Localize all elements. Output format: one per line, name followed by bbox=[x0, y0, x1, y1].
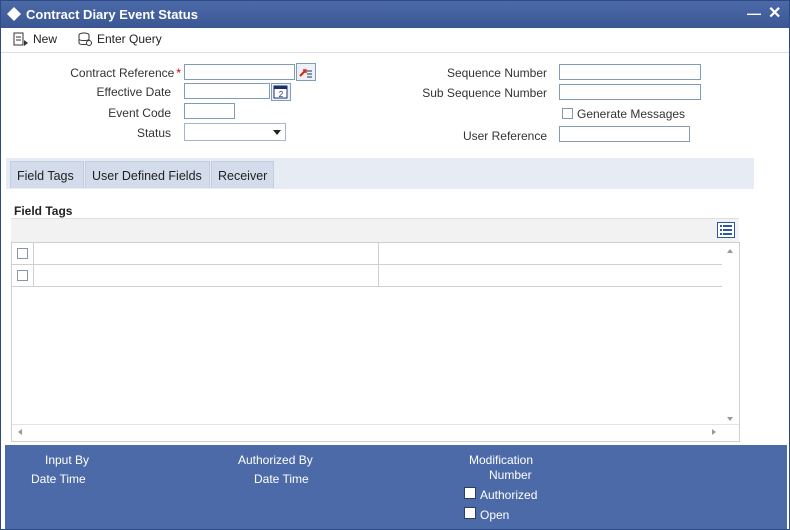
svg-text:2: 2 bbox=[279, 90, 284, 99]
row-checkbox[interactable] bbox=[17, 270, 28, 281]
contract-reference-label: Contract Reference * bbox=[70, 66, 181, 80]
user-reference-input[interactable] bbox=[559, 126, 690, 142]
grid-toolbar bbox=[11, 218, 739, 242]
new-button-label: New bbox=[33, 32, 58, 46]
scroll-left-icon[interactable] bbox=[18, 429, 22, 435]
input-date-time-label: Date Time bbox=[31, 472, 86, 486]
authorized-date-time-label: Date Time bbox=[254, 472, 309, 486]
required-mark: * bbox=[176, 66, 181, 80]
modification-number-label: Number bbox=[489, 468, 532, 482]
authorized-label: Authorized bbox=[480, 488, 538, 502]
scroll-up-icon[interactable] bbox=[727, 249, 733, 253]
horizontal-scrollbar[interactable] bbox=[12, 424, 739, 441]
app-window: Contract Diary Event Status — ✕ New Ente… bbox=[0, 0, 790, 530]
sub-sequence-number-label: Sub Sequence Number bbox=[422, 86, 547, 100]
sub-sequence-number-input[interactable] bbox=[559, 84, 701, 100]
enter-query-button[interactable]: Enter Query bbox=[77, 30, 162, 48]
query-icon bbox=[78, 32, 92, 46]
contract-lov-button[interactable] bbox=[296, 63, 316, 81]
tab-receiver[interactable]: Receiver bbox=[211, 161, 274, 188]
open-label: Open bbox=[480, 508, 510, 522]
authorized-checkbox bbox=[464, 487, 476, 499]
contract-reference-input[interactable] bbox=[184, 64, 295, 80]
close-icon[interactable]: ✕ bbox=[768, 3, 781, 23]
field-tags-section-title: Field Tags bbox=[14, 204, 73, 218]
tab-field-tags[interactable]: Field Tags bbox=[10, 161, 84, 188]
scroll-down-icon[interactable] bbox=[727, 417, 733, 421]
status-label: Status bbox=[136, 126, 171, 140]
input-by-label: Input By bbox=[45, 453, 90, 467]
generate-messages-label: Generate Messages bbox=[577, 107, 686, 121]
effective-date-input[interactable] bbox=[184, 83, 270, 99]
authorized-by-label: Authorized By bbox=[238, 453, 313, 467]
new-button[interactable]: New bbox=[13, 30, 57, 48]
lov-icon bbox=[299, 69, 312, 78]
enter-query-label: Enter Query bbox=[97, 32, 162, 46]
grid-header-check-cell bbox=[12, 243, 34, 265]
field-tags-grid bbox=[11, 242, 740, 442]
grid-header-row bbox=[12, 243, 722, 265]
effective-date-label: Effective Date bbox=[96, 85, 171, 99]
single-view-button[interactable] bbox=[717, 222, 735, 238]
modification-label: Modification bbox=[469, 453, 534, 467]
row-check-cell bbox=[12, 265, 34, 287]
event-code-label: Event Code bbox=[108, 106, 171, 120]
list-view-icon bbox=[720, 225, 732, 235]
chevron-down-icon bbox=[273, 130, 281, 135]
new-document-icon bbox=[13, 32, 28, 46]
window-title: Contract Diary Event Status bbox=[26, 7, 198, 22]
scroll-right-icon[interactable] bbox=[712, 429, 716, 435]
status-select[interactable] bbox=[184, 123, 286, 141]
minimize-icon[interactable]: — bbox=[747, 5, 761, 21]
user-reference-label: User Reference bbox=[462, 129, 547, 143]
sequence-number-label: Sequence Number bbox=[446, 66, 547, 80]
table-row bbox=[12, 265, 722, 287]
contract-reference-label-text: Contract Reference bbox=[70, 66, 175, 80]
open-checkbox bbox=[464, 507, 476, 519]
column-divider bbox=[378, 265, 379, 287]
column-divider bbox=[378, 243, 379, 265]
generate-messages-checkbox[interactable] bbox=[562, 108, 573, 119]
toolbar: New Enter Query bbox=[1, 28, 789, 53]
calendar-button[interactable]: 2 bbox=[271, 83, 291, 101]
calendar-icon: 2 bbox=[273, 85, 288, 99]
diamond-icon bbox=[7, 7, 21, 21]
select-all-checkbox[interactable] bbox=[17, 248, 28, 259]
tab-user-defined-fields[interactable]: User Defined Fields bbox=[85, 161, 210, 188]
audit-footer: Input By Date Time Authorized By Date Ti… bbox=[5, 445, 787, 529]
tab-strip: Field Tags User Defined Fields Receiver bbox=[6, 158, 754, 189]
sequence-number-input[interactable] bbox=[559, 64, 701, 80]
event-code-input[interactable] bbox=[184, 103, 235, 119]
vertical-scrollbar[interactable] bbox=[722, 243, 739, 425]
title-bar: Contract Diary Event Status — ✕ bbox=[1, 1, 789, 28]
